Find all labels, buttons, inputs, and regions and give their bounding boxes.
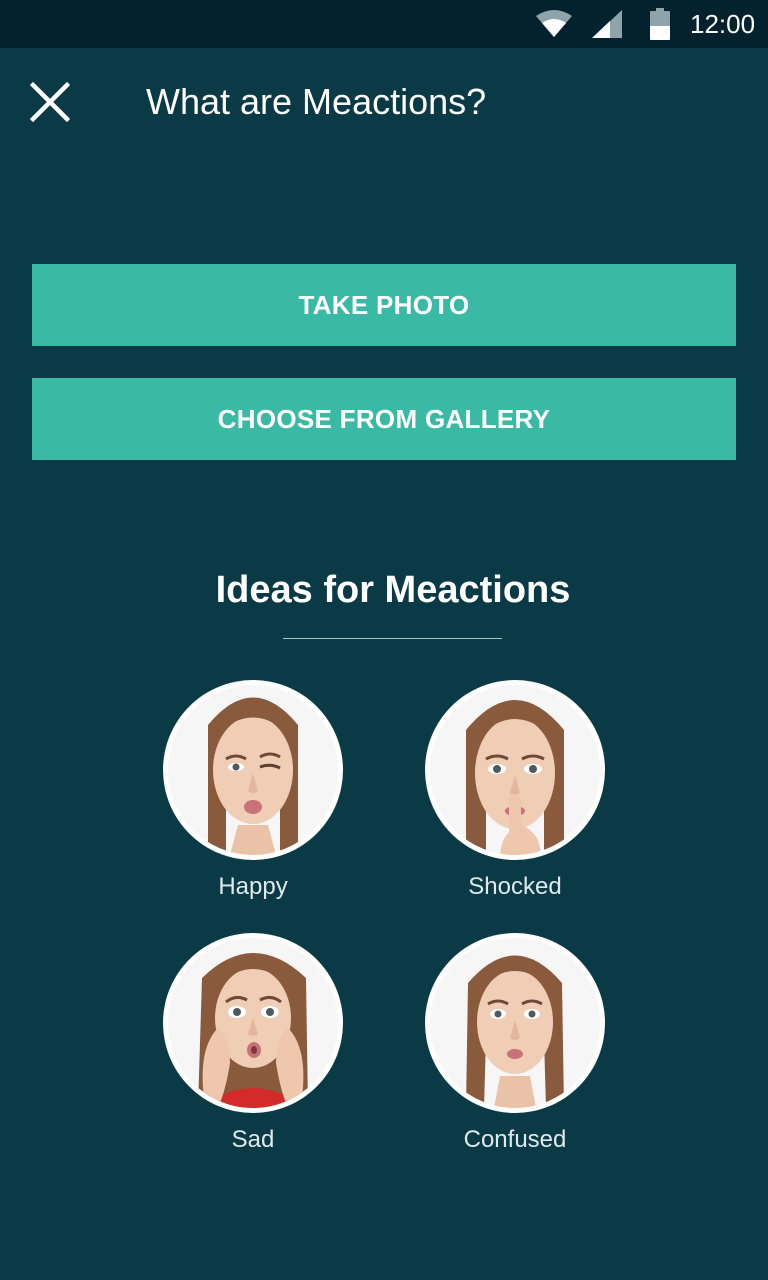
idea-label: Sad [231,1126,275,1153]
close-button[interactable] [20,72,80,132]
choose-from-gallery-button[interactable]: CHOOSE FROM GALLERY [32,378,736,460]
idea-thumbnail [425,933,605,1113]
app-bar: What are Meactions? [0,48,768,160]
idea-item-confused[interactable]: Confused [425,933,605,1155]
idea-label: Happy [218,873,288,900]
ideas-section-title: Ideas for Meactions [215,569,571,611]
idea-label: Confused [463,1126,567,1153]
wifi-icon [536,10,572,37]
battery-icon [650,8,670,40]
idea-item-sad[interactable]: Sad [163,933,343,1155]
status-time: 12:00 [690,9,756,39]
idea-item-shocked[interactable]: Shocked [425,680,605,902]
face-photo-icon [430,685,600,855]
face-photo-icon [168,685,338,855]
idea-thumbnail [163,933,343,1113]
choose-from-gallery-label: CHOOSE FROM GALLERY [217,403,551,434]
take-photo-button[interactable]: TAKE PHOTO [32,264,736,346]
page-title: What are Meactions? [146,81,487,122]
take-photo-label: TAKE PHOTO [298,289,470,320]
face-photo-icon [168,938,338,1108]
close-icon [30,82,70,122]
idea-label: Shocked [468,873,562,900]
idea-thumbnail [163,680,343,860]
idea-thumbnail [425,680,605,860]
status-bar: 12:00 [0,0,768,48]
idea-item-happy[interactable]: Happy [163,680,343,902]
signal-icon [592,10,622,38]
face-photo-icon [430,938,600,1108]
section-divider [283,638,502,639]
